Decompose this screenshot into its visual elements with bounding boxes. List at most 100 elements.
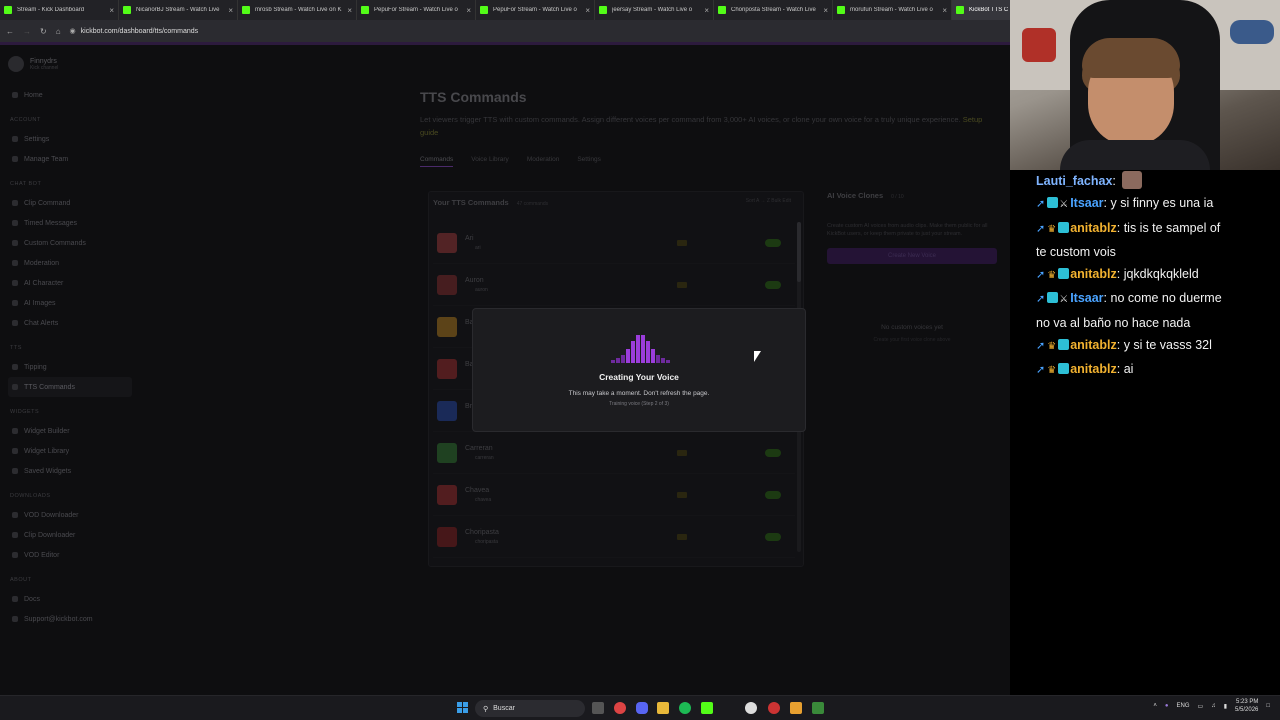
page-tab[interactable]: Settings bbox=[577, 156, 601, 167]
chat-username[interactable]: anitablz bbox=[1070, 362, 1117, 376]
close-icon[interactable]: × bbox=[704, 6, 709, 15]
clones-count: 0 / 10 bbox=[891, 194, 904, 200]
discord-icon[interactable] bbox=[636, 702, 648, 714]
sidebar-item[interactable]: Widget Builder bbox=[8, 421, 132, 441]
close-icon[interactable]: × bbox=[228, 6, 233, 15]
mic-icon[interactable]: ● bbox=[1165, 703, 1169, 709]
chat-username[interactable]: anitablz bbox=[1070, 221, 1117, 235]
sidebar-item[interactable]: VOD Editor bbox=[8, 545, 132, 565]
sidebar-item[interactable]: Support@kickbot.com bbox=[8, 609, 132, 629]
pin-badge-icon: ➚ bbox=[1036, 293, 1046, 306]
forward-icon[interactable]: → bbox=[23, 27, 31, 36]
sidebar-item[interactable]: Custom Commands bbox=[8, 233, 132, 253]
app-icon[interactable] bbox=[768, 702, 780, 714]
create-voice-button[interactable]: Create New Voice bbox=[827, 248, 997, 264]
sidebar-item[interactable]: AI Images bbox=[8, 293, 132, 313]
app-icon-3[interactable] bbox=[812, 702, 824, 714]
chat-username[interactable]: Lauti_fachax bbox=[1036, 174, 1112, 188]
obs-icon[interactable] bbox=[745, 702, 757, 714]
chat-message: ➚ ⚔ Itsaar: no come no duerme bbox=[1036, 291, 1222, 306]
command-trigger: chavea bbox=[465, 497, 491, 503]
language-indicator[interactable]: ENG bbox=[1177, 703, 1190, 709]
close-icon[interactable]: × bbox=[466, 6, 471, 15]
cost-badge bbox=[677, 533, 687, 540]
enable-toggle[interactable] bbox=[765, 448, 781, 457]
task-view-icon[interactable] bbox=[592, 702, 604, 714]
scrollbar-thumb[interactable] bbox=[797, 222, 801, 282]
page-tab[interactable]: Commands bbox=[420, 156, 454, 167]
back-icon[interactable]: ← bbox=[6, 27, 14, 36]
chat-username[interactable]: Itsaar bbox=[1070, 196, 1103, 210]
sidebar-item[interactable]: TTS Commands bbox=[8, 377, 132, 397]
sidebar-item[interactable]: Saved Widgets bbox=[8, 461, 132, 481]
sidebar-item[interactable]: AI Character bbox=[8, 273, 132, 293]
sidebar-item[interactable]: Manage Team bbox=[8, 149, 132, 169]
tab-title: NicanorBJ Stream - Watch Live bbox=[136, 7, 220, 13]
home-icon[interactable]: ⌂ bbox=[56, 27, 61, 36]
sidebar-item[interactable]: Widget Library bbox=[8, 441, 132, 461]
enable-toggle[interactable] bbox=[765, 532, 781, 541]
kick-icon[interactable] bbox=[701, 702, 713, 714]
sidebar-item[interactable]: Tipping bbox=[8, 357, 132, 377]
sidebar-item[interactable]: Clip Downloader bbox=[8, 525, 132, 545]
sidebar-item[interactable]: Chat Alerts bbox=[8, 313, 132, 333]
browser-tab[interactable]: PepuFor Stream - Watch Live o × bbox=[357, 0, 476, 20]
sidebar-item[interactable]: Docs bbox=[8, 589, 132, 609]
enable-toggle[interactable] bbox=[765, 238, 781, 247]
reload-icon[interactable]: ↻ bbox=[40, 27, 47, 36]
browser-tab[interactable]: Choriposta Stream - Watch Live × bbox=[714, 0, 833, 20]
command-row[interactable]: Chavea chavea bbox=[433, 474, 795, 516]
browser-tab[interactable]: jeersay Stream - Watch Live o × bbox=[595, 0, 714, 20]
sidebar-item-icon bbox=[12, 240, 18, 246]
file-explorer-icon[interactable] bbox=[657, 702, 669, 714]
page-tab[interactable]: Voice Library bbox=[471, 156, 509, 167]
command-row[interactable]: Auron auron bbox=[433, 264, 795, 306]
enable-toggle[interactable] bbox=[765, 490, 781, 499]
close-icon[interactable]: × bbox=[942, 6, 947, 15]
clock[interactable]: 5:23 PM 5/5/2026 bbox=[1235, 698, 1258, 714]
sidebar-item[interactable]: VOD Downloader bbox=[8, 505, 132, 525]
close-icon[interactable]: × bbox=[585, 6, 590, 15]
browser-tab[interactable]: PepuFor Stream - Watch Live o × bbox=[476, 0, 595, 20]
url-field[interactable]: kickbot.com/dashboard/tts/commands bbox=[81, 28, 199, 35]
browser-tab[interactable]: mrosb Stream - Watch Live on K × bbox=[238, 0, 357, 20]
volume-icon[interactable]: ♫ bbox=[1211, 703, 1216, 709]
kick-favicon-icon bbox=[837, 6, 845, 14]
chevron-up-icon[interactable]: ˄ bbox=[1153, 703, 1157, 709]
page-tab[interactable]: Moderation bbox=[527, 156, 560, 167]
chrome-icon[interactable] bbox=[614, 702, 626, 714]
user-profile[interactable]: Finnydrs Kick channel bbox=[8, 51, 132, 77]
sidebar-item[interactable]: Moderation bbox=[8, 253, 132, 273]
windows-start-icon[interactable] bbox=[457, 702, 469, 714]
clones-empty-subtitle: Create your first voice clone above bbox=[873, 337, 951, 343]
browser-tab[interactable]: morufun Stream - Watch Live o × bbox=[833, 0, 952, 20]
chat-text: jqkdkqkqkleld bbox=[1123, 267, 1199, 282]
site-info-icon[interactable]: ◉ bbox=[70, 27, 76, 35]
browser-tab[interactable]: Stream - Kick Dashboard × bbox=[0, 0, 119, 20]
close-icon[interactable]: × bbox=[109, 6, 114, 15]
spotify-icon[interactable] bbox=[679, 702, 691, 714]
sidebar-item[interactable]: Timed Messages bbox=[8, 213, 132, 233]
sidebar-item[interactable]: Settings bbox=[8, 129, 132, 149]
chat-username[interactable]: anitablz bbox=[1070, 267, 1117, 281]
browser-tab[interactable]: NicanorBJ Stream - Watch Live × bbox=[119, 0, 238, 20]
network-icon[interactable]: ▭ bbox=[1198, 703, 1204, 710]
chat-username[interactable]: Itsaar bbox=[1070, 291, 1103, 305]
battery-icon[interactable]: ▮ bbox=[1224, 703, 1227, 710]
tab-title: Choriposta Stream - Watch Live bbox=[731, 7, 816, 13]
sidebar-item[interactable]: Clip Command bbox=[8, 193, 132, 213]
panel-actions[interactable]: Sort A → Z Bulk Edit bbox=[746, 198, 791, 204]
command-row[interactable]: Choripasta choripasta bbox=[433, 516, 795, 558]
enable-toggle[interactable] bbox=[765, 280, 781, 289]
command-row[interactable]: Carreran carreran bbox=[433, 432, 795, 474]
close-icon[interactable]: × bbox=[823, 6, 828, 15]
chat-username[interactable]: anitablz bbox=[1070, 338, 1117, 352]
app-icon-2[interactable] bbox=[790, 702, 802, 714]
taskbar-search[interactable]: ⚲ Buscar bbox=[475, 700, 585, 717]
browser-tab[interactable]: KickBot TTS C× bbox=[952, 0, 1010, 20]
command-row[interactable]: Ari ari bbox=[433, 222, 795, 264]
sidebar-item-home[interactable]: Home bbox=[8, 85, 132, 105]
close-icon[interactable]: × bbox=[347, 6, 352, 15]
command-name: Ari bbox=[465, 234, 474, 242]
notifications-icon[interactable]: □ bbox=[1266, 703, 1270, 709]
